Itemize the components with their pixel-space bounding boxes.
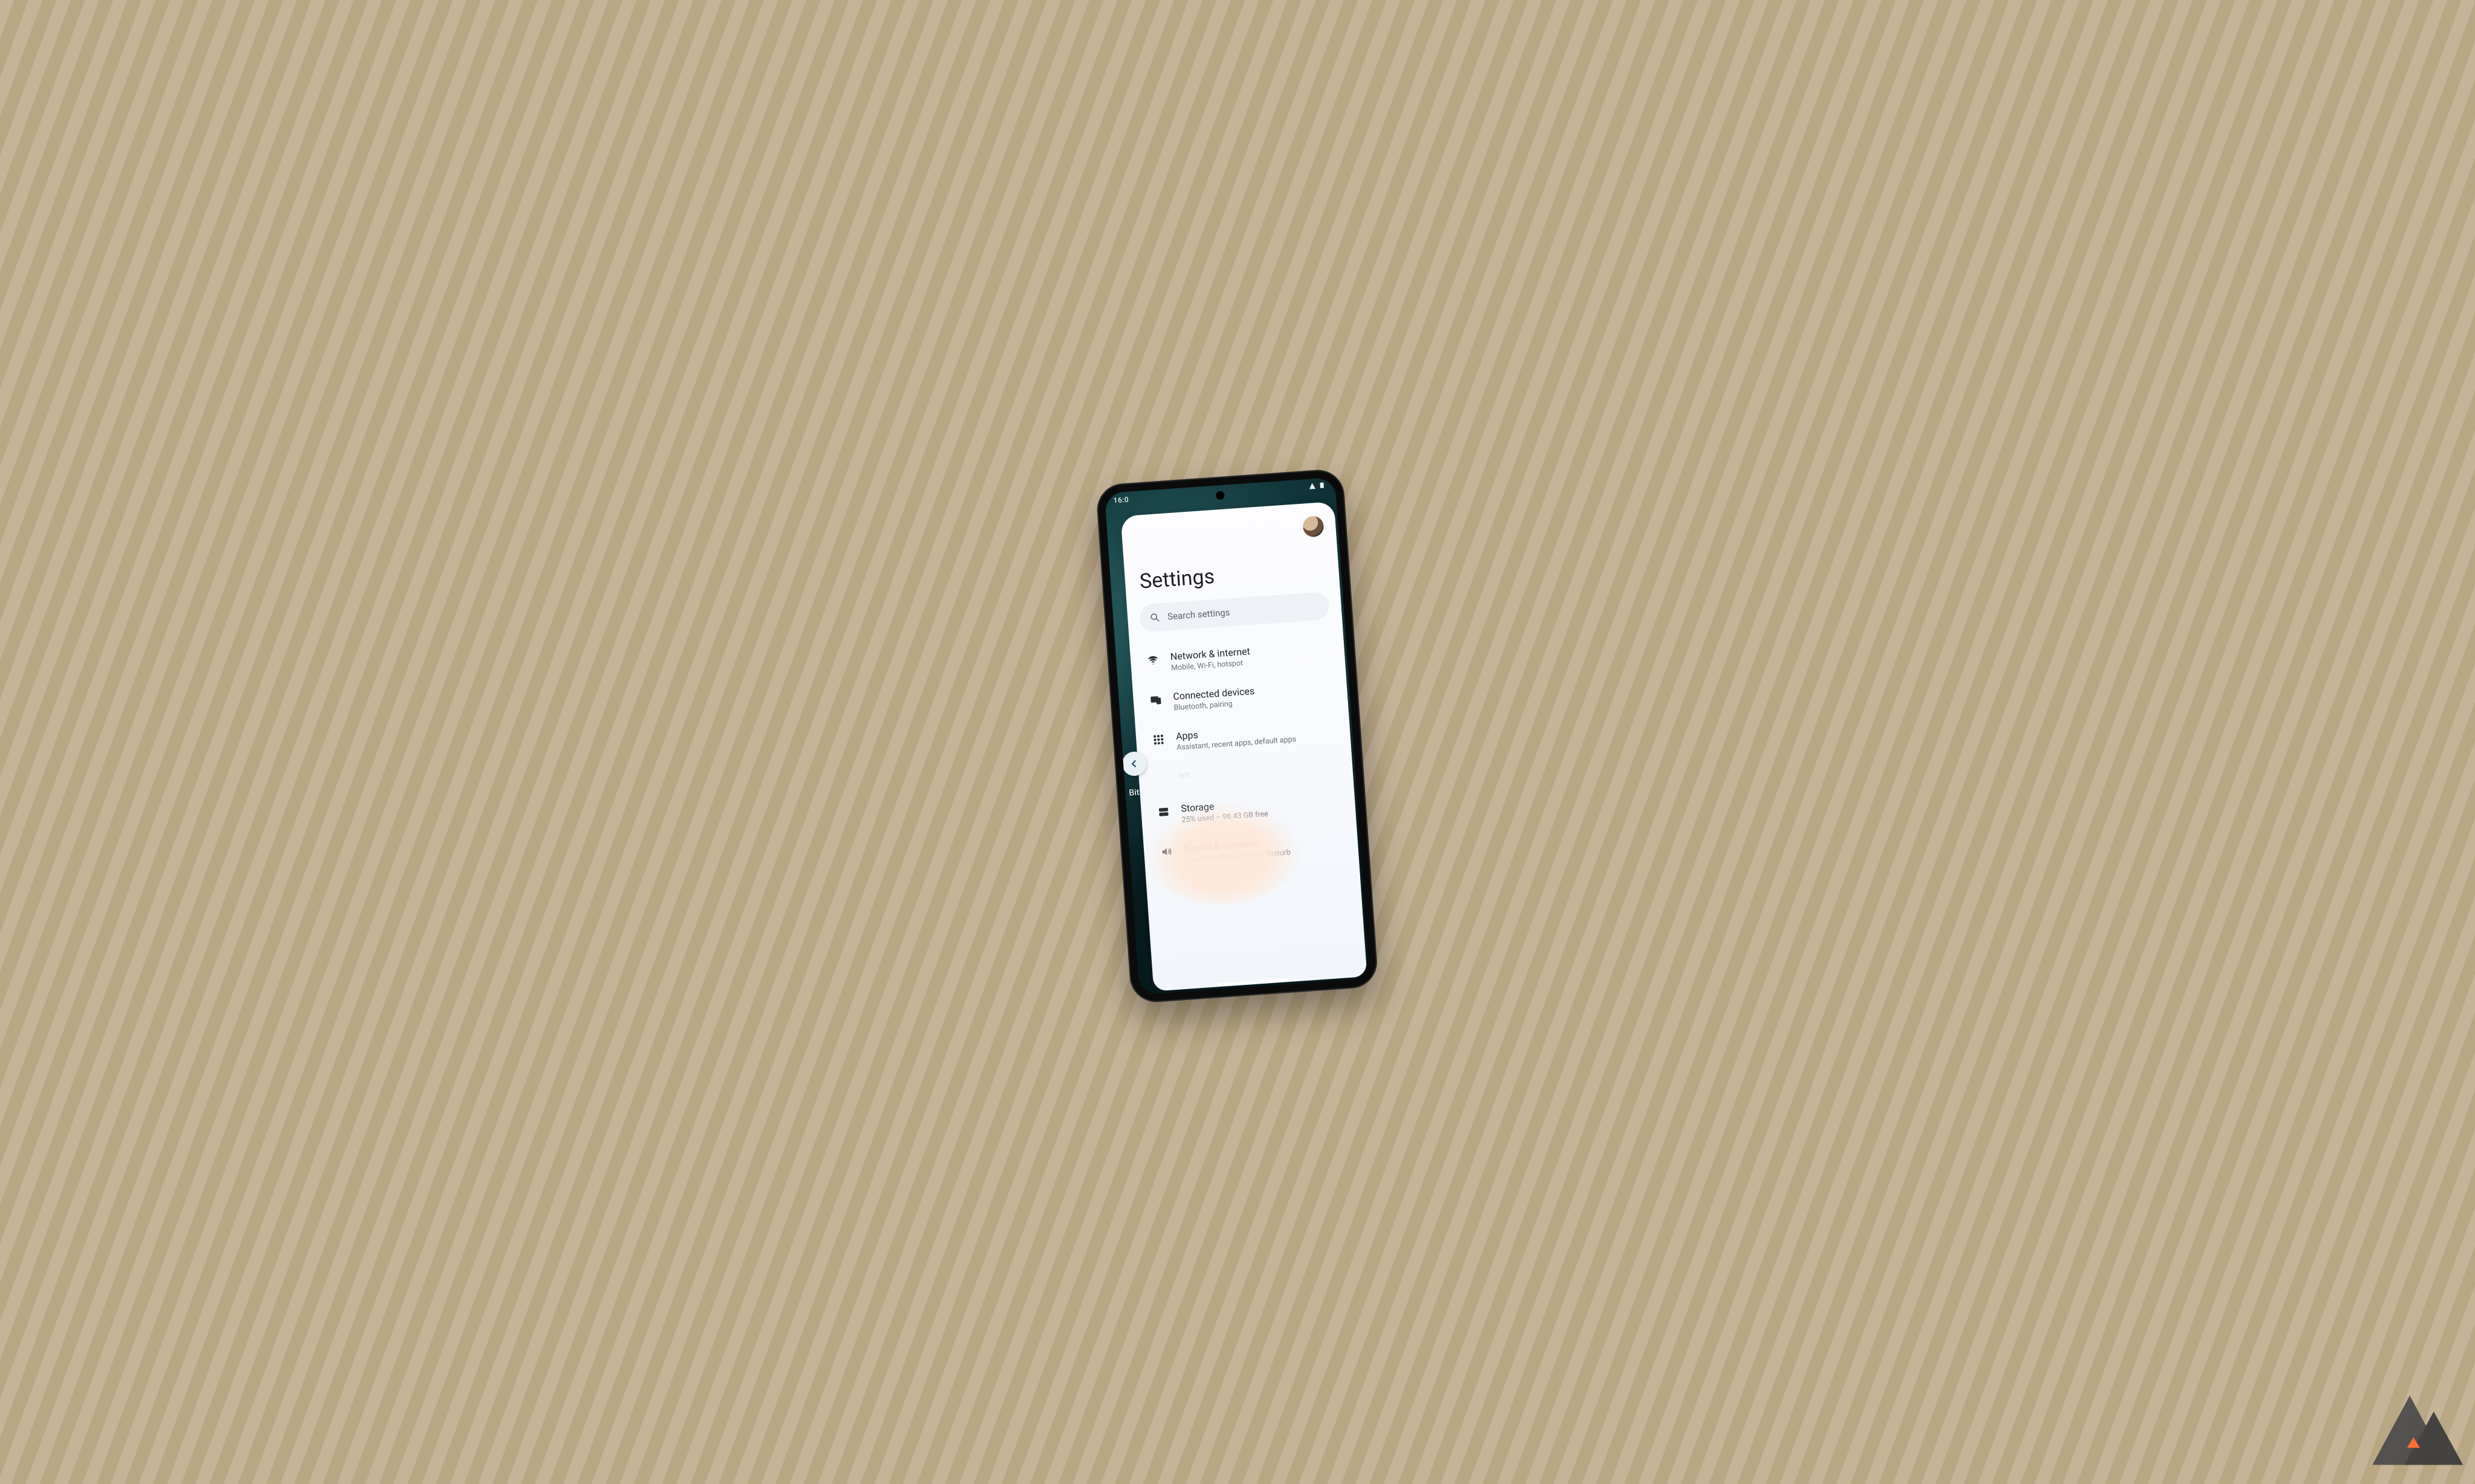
signal-icon [1308,482,1316,490]
search-icon [1149,611,1161,623]
phone-screen: 16:0 Bit Settings Search settings N [1105,477,1370,995]
chevron-left-icon [1128,758,1140,769]
phone-frame: 16:0 Bit Settings Search settings N [1096,468,1379,1004]
settings-list: Network & internet Mobile, Wi-Fi, hotspo… [1141,633,1347,874]
apps-grid-icon [1152,733,1165,746]
settings-item-sub: left [1178,771,1190,781]
devices-icon [1149,694,1162,706]
page-title: Settings [1139,556,1328,594]
battery-icon [1318,482,1326,489]
profile-avatar[interactable] [1302,515,1324,537]
background-app-label: Bit [1129,788,1140,798]
camera-punchhole [1216,491,1225,500]
search-settings[interactable]: Search settings [1139,592,1330,633]
storage-icon [1157,805,1170,818]
statusbar-time: 16:0 [1113,495,1129,505]
sound-icon [1160,845,1173,858]
settings-sheet: Settings Search settings Network & inter… [1120,502,1367,992]
statusbar-icons [1308,482,1326,490]
ap-watermark [2355,1385,2464,1476]
wifi-icon [1147,654,1160,666]
search-placeholder: Search settings [1167,607,1230,622]
